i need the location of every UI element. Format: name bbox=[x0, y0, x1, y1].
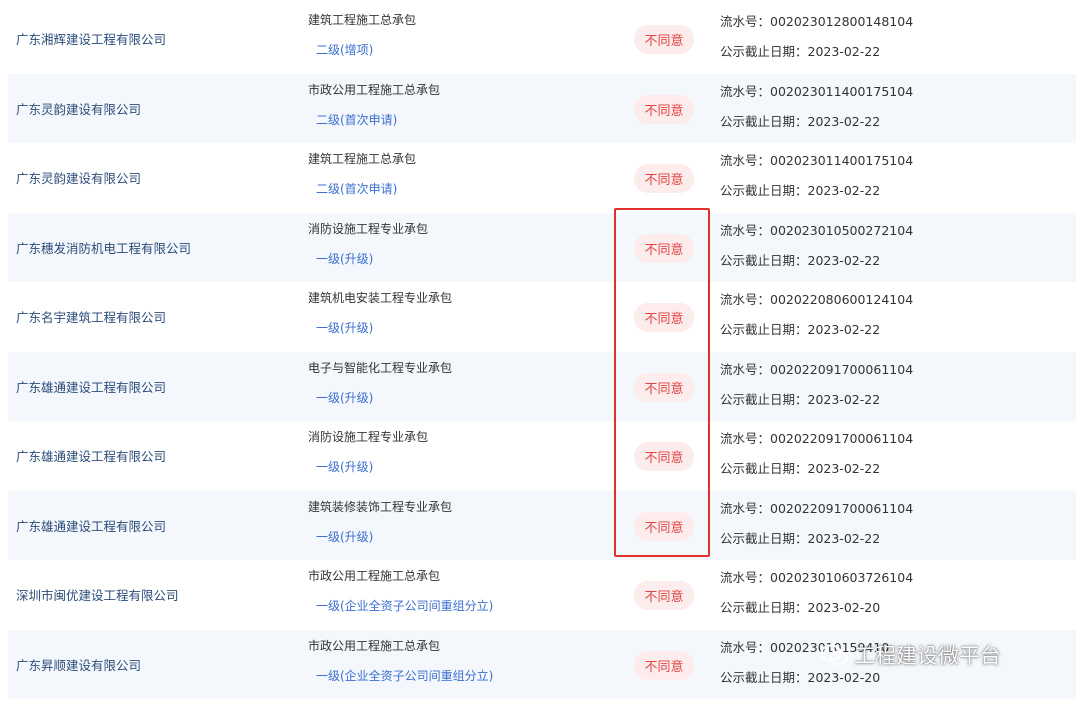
serial-number: 流水号：002023010500272104 bbox=[720, 222, 914, 238]
company-name[interactable]: 广东雄通建设工程有限公司 bbox=[16, 352, 166, 422]
table-row: 广东名宇建筑工程有限公司 建筑机电安装工程专业承包一级(升级) 不同意 流水号：002… bbox=[8, 282, 1076, 352]
qualification-level[interactable]: 一级(企业全资子公司间重组分立) bbox=[316, 597, 493, 614]
company-name[interactable]: 广东灵韵建设有限公司 bbox=[16, 143, 141, 213]
company-name[interactable]: 深圳市闽优建设工程有限公司 bbox=[16, 560, 179, 630]
company-name[interactable]: 广东湘辉建设工程有限公司 bbox=[16, 4, 166, 74]
table-row: 广东雄通建设工程有限公司 消防设施工程专业承包一级(升级) 不同意 流水号：00202… bbox=[8, 421, 1076, 491]
status-badge: 不同意 bbox=[634, 233, 694, 263]
qualification-name: 建筑工程施工总承包 bbox=[308, 152, 417, 166]
status-badge: 不同意 bbox=[634, 303, 694, 332]
qualification-level[interactable]: 一级(升级) bbox=[316, 458, 373, 475]
status-badge: 不同意 bbox=[634, 511, 694, 541]
status-badge: 不同意 bbox=[634, 650, 694, 680]
qualification-name: 建筑机电安装工程专业承包 bbox=[308, 291, 453, 305]
company-name[interactable]: 广东穗发消防机电工程有限公司 bbox=[16, 213, 191, 283]
deadline-date: 公示截止日期：2023-02-22 bbox=[720, 113, 881, 129]
qualification-name: 建筑工程施工总承包 bbox=[308, 13, 417, 27]
status-badge: 不同意 bbox=[634, 581, 694, 610]
deadline-date: 公示截止日期：2023-02-22 bbox=[720, 530, 881, 546]
company-name[interactable]: 广东昇顺建设有限公司 bbox=[16, 630, 141, 700]
qualification-name: 建筑装修装饰工程专业承包 bbox=[308, 499, 453, 514]
qualification-level[interactable]: 二级(首次申请) bbox=[316, 180, 397, 197]
status-badge: 不同意 bbox=[634, 25, 694, 54]
deadline-date: 公示截止日期：2023-02-22 bbox=[720, 183, 881, 198]
table-row: 深圳市闽优建设工程有限公司 市政公用工程施工总承包一级(企业全资子公司间重组分立)… bbox=[8, 560, 1076, 630]
qualification-level[interactable]: 二级(首次申请) bbox=[316, 111, 397, 128]
qualification-level[interactable]: 二级(增项) bbox=[316, 41, 373, 58]
qualification-name: 市政公用工程施工总承包 bbox=[308, 569, 441, 583]
company-name[interactable]: 广东雄通建设工程有限公司 bbox=[16, 491, 166, 561]
deadline-date: 公示截止日期：2023-02-22 bbox=[720, 461, 881, 476]
status-badge: 不同意 bbox=[634, 164, 694, 193]
company-name[interactable]: 广东灵韵建设有限公司 bbox=[16, 74, 141, 144]
qualification-name: 市政公用工程施工总承包 bbox=[308, 82, 441, 97]
serial-number: 流水号：002023011400175104 bbox=[720, 83, 914, 99]
serial-number: 流水号：002022080600124104 bbox=[720, 292, 914, 307]
qualification-name: 市政公用工程施工总承包 bbox=[308, 638, 441, 653]
watermark: 工程建设微平台 bbox=[820, 640, 1001, 670]
approval-table: 广东湘辉建设工程有限公司 建筑工程施工总承包 二级(增项) 不同意 流水号：002023… bbox=[8, 4, 1076, 699]
status-badge: 不同意 bbox=[634, 442, 694, 471]
qualification-name: 电子与智能化工程专业承包 bbox=[308, 360, 453, 375]
qualification-level[interactable]: 一级(升级) bbox=[316, 250, 373, 267]
table-row: 广东灵韵建设有限公司 市政公用工程施工总承包二级(首次申请) 不同意 流水号：0020… bbox=[8, 73, 1076, 144]
status-badge: 不同意 bbox=[634, 372, 694, 402]
serial-number: 流水号：002023011400175104 bbox=[720, 153, 914, 168]
qualification-level[interactable]: 一级(企业全资子公司间重组分立) bbox=[316, 667, 493, 684]
status-badge: 不同意 bbox=[634, 94, 694, 124]
deadline-date: 公示截止日期：2023-02-20 bbox=[720, 600, 881, 615]
company-name[interactable]: 广东雄通建设工程有限公司 bbox=[16, 421, 166, 491]
serial-number: 流水号：002022091700061104 bbox=[720, 361, 914, 377]
company-name[interactable]: 广东名宇建筑工程有限公司 bbox=[16, 282, 166, 352]
deadline-date: 公示截止日期：2023-02-22 bbox=[720, 391, 881, 407]
deadline-date: 公示截止日期：2023-02-22 bbox=[720, 44, 881, 59]
qualification-level[interactable]: 一级(升级) bbox=[316, 319, 373, 336]
table-row: 广东湘辉建设工程有限公司 建筑工程施工总承包二级(增项) 不同意 流水号：002023… bbox=[8, 4, 1076, 74]
table-row: 广东雄通建设工程有限公司 电子与智能化工程专业承包一级(升级) 不同意 流水号：002… bbox=[8, 351, 1076, 422]
qualification-level[interactable]: 一级(升级) bbox=[316, 528, 373, 545]
table-row: 广东雄通建设工程有限公司 建筑装修装饰工程专业承包一级(升级) 不同意 流水号：002… bbox=[8, 490, 1076, 561]
watermark-text: 工程建设微平台 bbox=[854, 644, 1001, 668]
deadline-date: 公示截止日期：2023-02-22 bbox=[720, 252, 881, 268]
qualification-name: 消防设施工程专业承包 bbox=[308, 221, 429, 236]
wechat-icon bbox=[820, 643, 850, 667]
serial-number: 流水号：002023010603726104 bbox=[720, 570, 914, 585]
deadline-date: 公示截止日期：2023-02-22 bbox=[720, 322, 881, 337]
serial-number: 流水号：002022091700061104 bbox=[720, 500, 914, 516]
table-row: 广东穗发消防机电工程有限公司 消防设施工程专业承包一级(升级) 不同意 流水号：002… bbox=[8, 212, 1076, 283]
qualification-name: 消防设施工程专业承包 bbox=[308, 430, 429, 444]
qualification-level[interactable]: 一级(升级) bbox=[316, 389, 373, 406]
table-row: 广东灵韵建设有限公司 建筑工程施工总承包二级(首次申请) 不同意 流水号：002023… bbox=[8, 143, 1076, 213]
serial-number: 流水号：002023012800148104 bbox=[720, 14, 914, 29]
serial-number: 流水号：002022091700061104 bbox=[720, 431, 914, 446]
